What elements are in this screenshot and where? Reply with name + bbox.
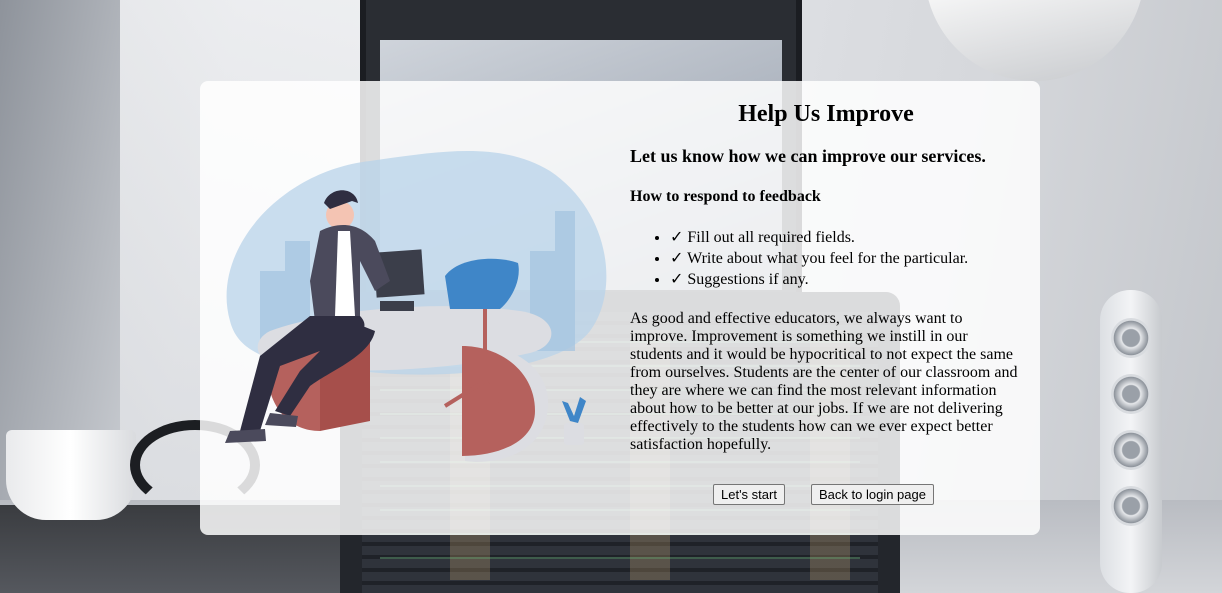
lets-start-button[interactable]: Let's start — [713, 484, 785, 505]
back-to-login-button[interactable]: Back to login page — [811, 484, 934, 505]
feedback-content: Help Us Improve Let us know how we can i… — [630, 81, 1022, 454]
page-title: Help Us Improve — [738, 101, 914, 127]
feedback-card: Help Us Improve Let us know how we can i… — [200, 81, 1040, 535]
howto-heading: How to respond to feedback — [630, 188, 821, 205]
list-item: ✓ Fill out all required fields. — [670, 227, 1022, 248]
list-item: ✓ Write about what you feel for the part… — [670, 248, 1022, 269]
description-paragraph: As good and effective educators, we alwa… — [630, 310, 1018, 453]
page-subtitle: Let us know how we can improve our servi… — [630, 146, 986, 166]
list-item: ✓ Suggestions if any. — [670, 269, 1022, 290]
background-speaker — [1100, 290, 1162, 593]
steps-list: ✓ Fill out all required fields. ✓ Write … — [630, 227, 1022, 290]
person-at-desk-illustration — [225, 151, 607, 462]
desk-tablet — [380, 301, 414, 311]
plant-pot — [564, 423, 584, 445]
background-cup — [6, 430, 136, 520]
plant-leaves — [562, 397, 586, 423]
